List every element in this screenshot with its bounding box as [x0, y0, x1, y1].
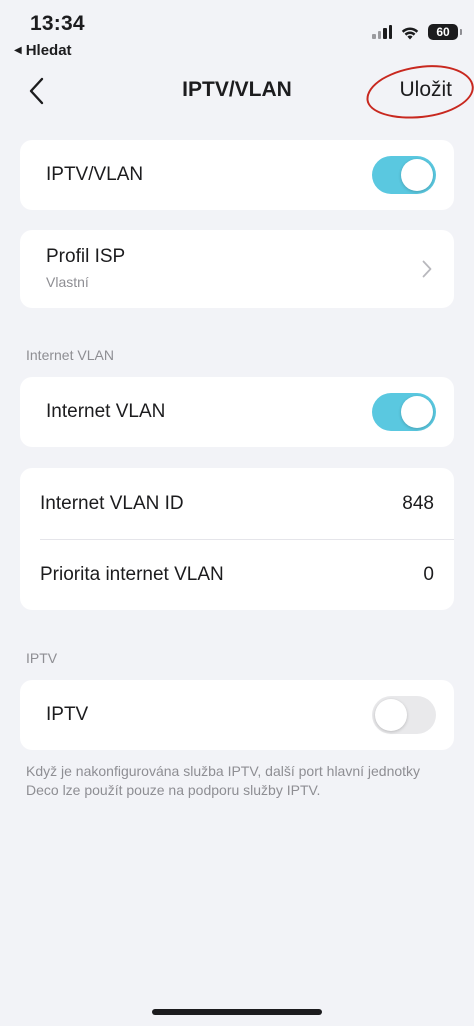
battery-level: 60 [436, 25, 450, 39]
iptv-row: IPTV [20, 680, 454, 750]
cellular-signal-icon [372, 25, 392, 39]
internet-vlan-settings-card: Internet VLAN ID 848 Priorita internet V… [20, 468, 454, 610]
internet-vlan-priority-label: Priorita internet VLAN [40, 564, 224, 585]
section-header-iptv: IPTV [26, 650, 58, 666]
status-back-to-app[interactable]: ◀ Hledat [14, 42, 72, 59]
iptv-vlan-toggle[interactable] [372, 156, 436, 194]
internet-vlan-label: Internet VLAN [46, 401, 166, 422]
status-time: 13:34 [30, 12, 85, 35]
home-indicator[interactable] [152, 1009, 322, 1015]
isp-profile-text: Profil ISP Vlastní [46, 246, 125, 290]
isp-profile-card[interactable]: Profil ISP Vlastní [20, 230, 454, 308]
iptv-vlan-card: IPTV/VLAN [20, 140, 454, 210]
internet-vlan-id-row[interactable]: Internet VLAN ID 848 [20, 468, 454, 539]
section-header-internet-vlan: Internet VLAN [26, 347, 114, 363]
iptv-vlan-row: IPTV/VLAN [20, 140, 454, 210]
save-button[interactable]: Uložit [399, 78, 452, 102]
isp-profile-label: Profil ISP [46, 246, 126, 267]
iptv-vlan-label: IPTV/VLAN [46, 164, 144, 185]
iptv-card: IPTV [20, 680, 454, 750]
internet-vlan-card: Internet VLAN [20, 377, 454, 447]
internet-vlan-id-label: Internet VLAN ID [40, 492, 184, 514]
toggle-knob [401, 396, 433, 428]
status-indicators: 60 [372, 24, 462, 40]
toggle-knob [375, 699, 407, 731]
chevron-right-icon [422, 260, 432, 278]
internet-vlan-id-value: 848 [402, 492, 434, 514]
iptv-footnote: Když je nakonfigurována služba IPTV, dal… [26, 763, 421, 798]
internet-vlan-priority-value: 0 [423, 564, 434, 585]
screen: 13:34 ◀ Hledat 60 IPTV/VLAN Uložit IPTV/… [0, 0, 474, 1026]
iptv-label: IPTV [46, 704, 89, 725]
internet-vlan-row: Internet VLAN [20, 377, 454, 447]
wifi-icon [401, 27, 419, 39]
isp-profile-value: Vlastní [46, 274, 89, 290]
iptv-toggle[interactable] [372, 696, 436, 734]
internet-vlan-priority-row[interactable]: Priorita internet VLAN 0 [20, 540, 454, 610]
battery-icon: 60 [428, 24, 462, 40]
status-back-label: Hledat [25, 42, 72, 59]
back-triangle-icon: ◀ [14, 45, 22, 56]
internet-vlan-toggle[interactable] [372, 393, 436, 431]
toggle-knob [401, 159, 433, 191]
